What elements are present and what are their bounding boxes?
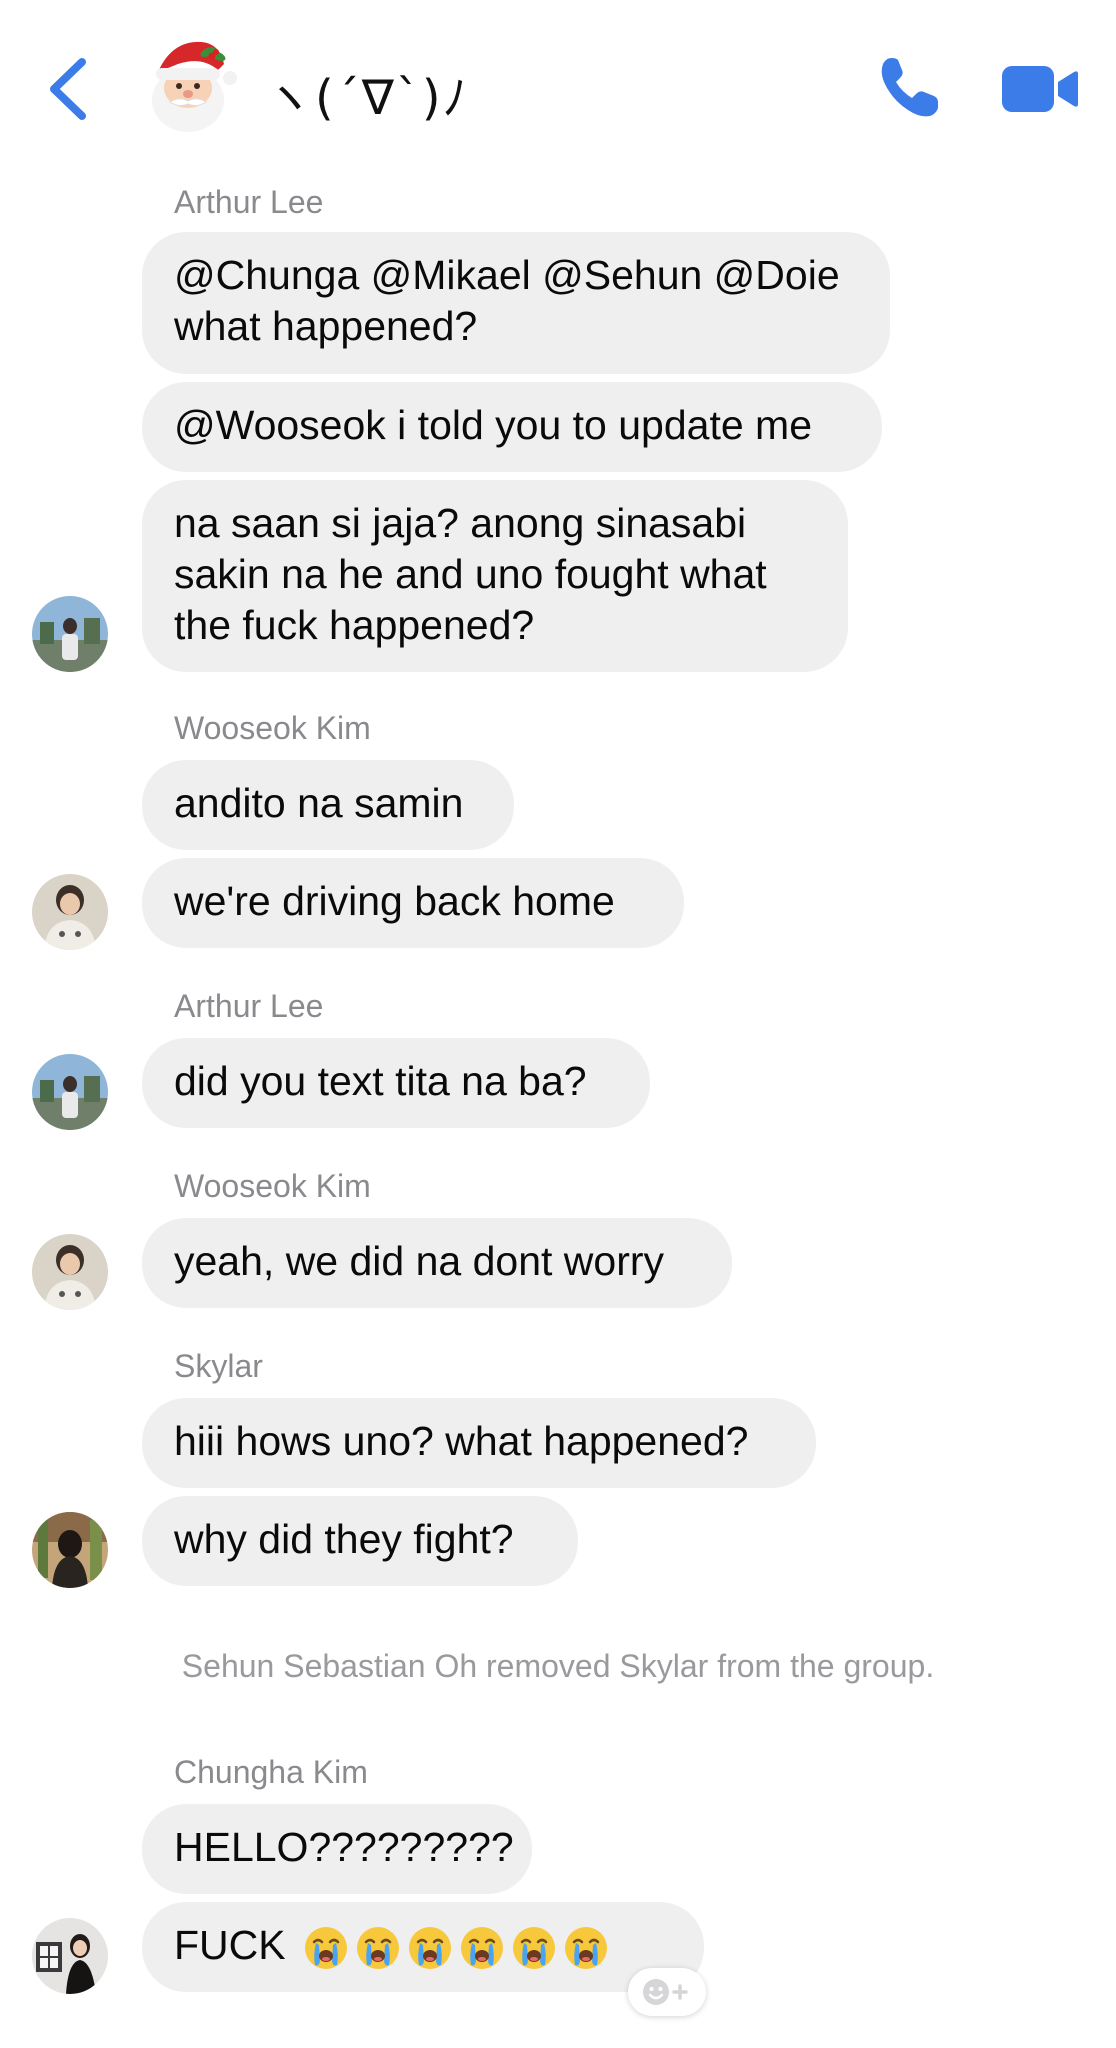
loudly-crying-face-icon xyxy=(305,1927,348,1970)
video-camera-icon[interactable] xyxy=(1002,64,1078,114)
avatar-arthur-lee[interactable] xyxy=(32,1054,108,1130)
message-line: @Wooseok i told you to update me xyxy=(174,402,813,448)
message-bubble[interactable]: @Chunga @Mikael @Sehun @Doie what happen… xyxy=(142,232,890,374)
phone-icon[interactable] xyxy=(878,54,942,120)
sender-name: Wooseok Kim xyxy=(174,1168,371,1204)
avatar-skylar[interactable] xyxy=(32,1512,108,1588)
sender-name: Wooseok Kim xyxy=(174,710,371,746)
message-bubble[interactable]: @Wooseok i told you to update me xyxy=(142,382,882,472)
emoji-row xyxy=(297,1922,609,1970)
message-bubble[interactable]: HELLO????????? xyxy=(142,1804,532,1894)
message-line: did you text tita na ba? xyxy=(174,1058,587,1104)
message-line: what happened? xyxy=(174,303,478,349)
sender-name: Arthur Lee xyxy=(174,988,324,1024)
sender-name: Arthur Lee xyxy=(174,184,324,220)
message-bubble[interactable]: why did they fight? xyxy=(142,1496,578,1586)
message-line: hiii hows uno? what happened? xyxy=(174,1418,749,1464)
santa-emoji-icon[interactable] xyxy=(142,34,238,134)
message-line: andito na samin xyxy=(174,780,464,826)
message-bubble[interactable]: yeah, we did na dont worry xyxy=(142,1218,732,1308)
message-bubble[interactable]: we're driving back home xyxy=(142,858,684,948)
add-reaction-button[interactable] xyxy=(628,1968,706,2016)
message-bubble[interactable]: FUCK xyxy=(142,1902,704,1992)
chat-title[interactable]: ヽ(´∇`)ﾉ xyxy=(265,58,469,128)
sender-name: Chungha Kim xyxy=(174,1754,368,1790)
message-line: na saan si jaja? anong sinasabi xyxy=(174,500,747,546)
message-line: sakin na he and uno fought what xyxy=(174,551,767,597)
message-line: we're driving back home xyxy=(174,878,615,924)
smiley-add-icon xyxy=(643,1979,688,2005)
message-bubble[interactable]: did you text tita na ba? xyxy=(142,1038,650,1128)
message-line: FUCK xyxy=(174,1922,286,1968)
chat-header: ヽ(´∇`)ﾉ xyxy=(0,0,1116,180)
loudly-crying-face-icon xyxy=(357,1927,400,1970)
loudly-crying-face-icon xyxy=(461,1927,504,1970)
sender-name: Skylar xyxy=(174,1348,263,1384)
avatar-chungha-kim[interactable] xyxy=(32,1918,108,1994)
avatar-arthur-lee[interactable] xyxy=(32,596,108,672)
system-message: Sehun Sebastian Oh removed Skylar from t… xyxy=(181,1648,935,1684)
loudly-crying-face-icon xyxy=(565,1927,608,1970)
message-line: the fuck happened? xyxy=(174,602,535,648)
avatar-wooseok-kim[interactable] xyxy=(32,1234,108,1310)
message-bubble[interactable]: hiii hows uno? what happened? xyxy=(142,1398,816,1488)
loudly-crying-face-icon xyxy=(513,1927,556,1970)
loudly-crying-face-icon xyxy=(409,1927,452,1970)
message-line: @Chunga @Mikael @Sehun @Doie xyxy=(174,252,840,298)
message-line: HELLO????????? xyxy=(174,1824,514,1870)
message-line: why did they fight? xyxy=(174,1516,514,1562)
message-bubble[interactable]: na saan si jaja? anong sinasabi sakin na… xyxy=(142,480,848,672)
avatar-wooseok-kim[interactable] xyxy=(32,874,108,950)
message-bubble[interactable]: andito na samin xyxy=(142,760,514,850)
message-line: yeah, we did na dont worry xyxy=(174,1238,664,1284)
chevron-left-icon[interactable] xyxy=(44,56,94,122)
